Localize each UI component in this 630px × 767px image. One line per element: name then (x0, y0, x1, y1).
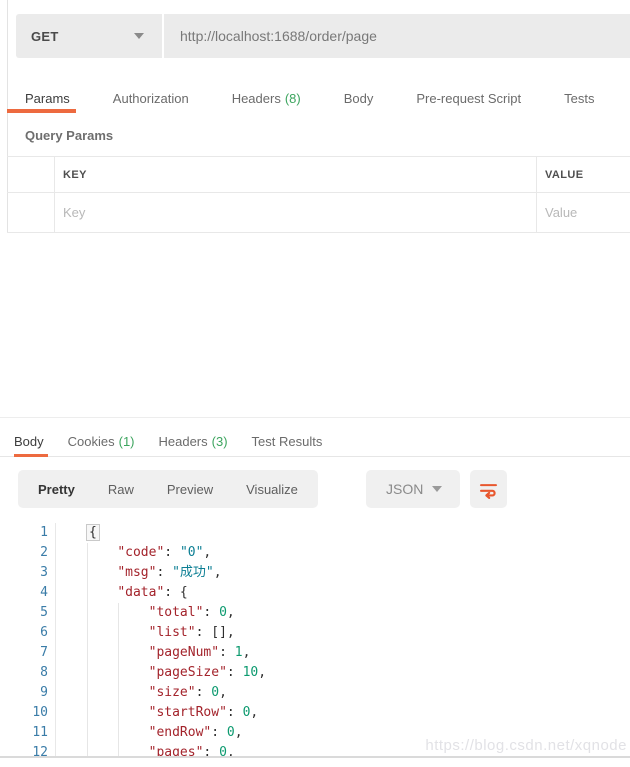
request-tabs: Params Authorization Headers (8) Body Pre-req… (7, 84, 630, 113)
response-tab-cookies[interactable]: Cookies (1) (68, 426, 139, 456)
code-line: 5 "total": 0, (0, 603, 630, 623)
indent-guide (87, 543, 88, 757)
response-toolbar: Pretty Raw Preview Visualize JSON (0, 470, 630, 508)
response-panel: Body Cookies (1) Headers (3) Test Results Pre… (0, 417, 630, 767)
code-line: 1{ (0, 523, 630, 543)
tab-label: Headers (159, 434, 208, 449)
line-number: 10 (0, 703, 56, 723)
line-number: 9 (0, 683, 56, 703)
response-tab-headers[interactable]: Headers (3) (159, 426, 232, 456)
request-url-bar: GET http://localhost:1688/order/page (16, 14, 630, 58)
watermark-text: https://blog.csdn.net/xqnode (425, 737, 627, 754)
request-tab-tests[interactable]: Tests (546, 84, 600, 113)
view-mode-pretty[interactable]: Pretty (38, 482, 75, 497)
code-text: "pageNum": 1, (56, 643, 250, 663)
query-params-title: Query Params (25, 128, 113, 143)
code-line: 7 "pageNum": 1, (0, 643, 630, 663)
code-text: { (56, 523, 100, 543)
params-header-row: KEY VALUE (7, 156, 630, 193)
tab-label: Headers (232, 91, 281, 106)
code-lines: 1{2 "code": "0",3 "msg": "成功",4 "data": … (0, 523, 630, 757)
request-tab-authorization[interactable]: Authorization (95, 84, 195, 113)
postman-request-view: GET http://localhost:1688/order/page Par… (0, 0, 630, 767)
tab-label: Pre-request Script (416, 91, 521, 106)
tab-count-badge: (1) (119, 434, 135, 449)
line-number: 8 (0, 663, 56, 683)
tab-label: Tests (564, 91, 594, 106)
tab-label: Cookies (68, 434, 115, 449)
code-text: "size": 0, (56, 683, 227, 703)
line-number: 12 (0, 743, 56, 757)
code-line: 8 "pageSize": 10, (0, 663, 630, 683)
code-line: 3 "msg": "成功", (0, 563, 630, 583)
view-mode-visualize[interactable]: Visualize (246, 482, 298, 497)
tab-label: Authorization (113, 91, 189, 106)
response-format-select[interactable]: JSON (366, 470, 460, 508)
bottom-strip (0, 756, 630, 767)
tab-label: Test Results (252, 434, 323, 449)
text-wrap-icon (478, 479, 499, 500)
tab-label: Body (344, 91, 374, 106)
line-number: 4 (0, 583, 56, 603)
line-number: 3 (0, 563, 56, 583)
code-line: 10 "startRow": 0, (0, 703, 630, 723)
params-select-column (7, 157, 55, 192)
request-tab-pre-request-script[interactable]: Pre-request Script (398, 84, 527, 113)
params-value-input[interactable]: Value (537, 193, 630, 232)
code-line: 4 "data": { (0, 583, 630, 603)
code-line: 2 "code": "0", (0, 543, 630, 563)
params-row-checkbox-cell[interactable] (7, 193, 55, 232)
code-text: "list": [], (56, 623, 235, 643)
request-tab-params[interactable]: Params (7, 84, 76, 113)
response-tab-test-results[interactable]: Test Results (252, 426, 327, 456)
tab-label: Body (14, 434, 44, 449)
line-number: 6 (0, 623, 56, 643)
request-tab-headers[interactable]: Headers (8) (214, 84, 307, 113)
response-tabs: Body Cookies (1) Headers (3) Test Results (0, 426, 630, 457)
params-key-input[interactable]: Key (55, 193, 537, 232)
indent-guide (118, 603, 119, 757)
query-params-table: KEY VALUE Key Value (7, 156, 630, 233)
code-text: "data": { (56, 583, 188, 603)
code-text: "code": "0", (56, 543, 211, 563)
code-text: "total": 0, (56, 603, 235, 623)
response-view-mode-group: Pretty Raw Preview Visualize (18, 470, 318, 508)
url-value: http://localhost:1688/order/page (180, 28, 377, 44)
request-tab-body[interactable]: Body (326, 84, 380, 113)
line-number: 2 (0, 543, 56, 563)
response-body-editor[interactable]: 1{2 "code": "0",3 "msg": "成功",4 "data": … (0, 521, 630, 757)
chevron-down-icon (134, 33, 144, 39)
params-value-header: VALUE (537, 157, 630, 192)
wrap-lines-button[interactable] (470, 470, 507, 508)
line-number: 5 (0, 603, 56, 623)
view-mode-raw[interactable]: Raw (108, 482, 134, 497)
response-format-value: JSON (386, 481, 423, 497)
tab-count-badge: (8) (285, 91, 301, 106)
response-tab-body[interactable]: Body (14, 426, 48, 456)
line-number: 7 (0, 643, 56, 663)
view-mode-preview[interactable]: Preview (167, 482, 213, 497)
tab-label: Params (25, 91, 70, 106)
code-text: "endRow": 0, (56, 723, 243, 743)
line-number: 1 (0, 523, 56, 543)
params-entry-row: Key Value (7, 193, 630, 233)
http-method-value: GET (31, 29, 59, 44)
url-input[interactable]: http://localhost:1688/order/page (164, 14, 630, 58)
line-number: 11 (0, 723, 56, 743)
code-line: 9 "size": 0, (0, 683, 630, 703)
http-method-select[interactable]: GET (16, 14, 162, 58)
code-text: "msg": "成功", (56, 563, 222, 583)
chevron-down-icon (432, 486, 442, 492)
tab-count-badge: (3) (212, 434, 228, 449)
params-key-header: KEY (55, 157, 537, 192)
code-line: 6 "list": [], (0, 623, 630, 643)
code-text: "pages": 0, (56, 743, 235, 757)
